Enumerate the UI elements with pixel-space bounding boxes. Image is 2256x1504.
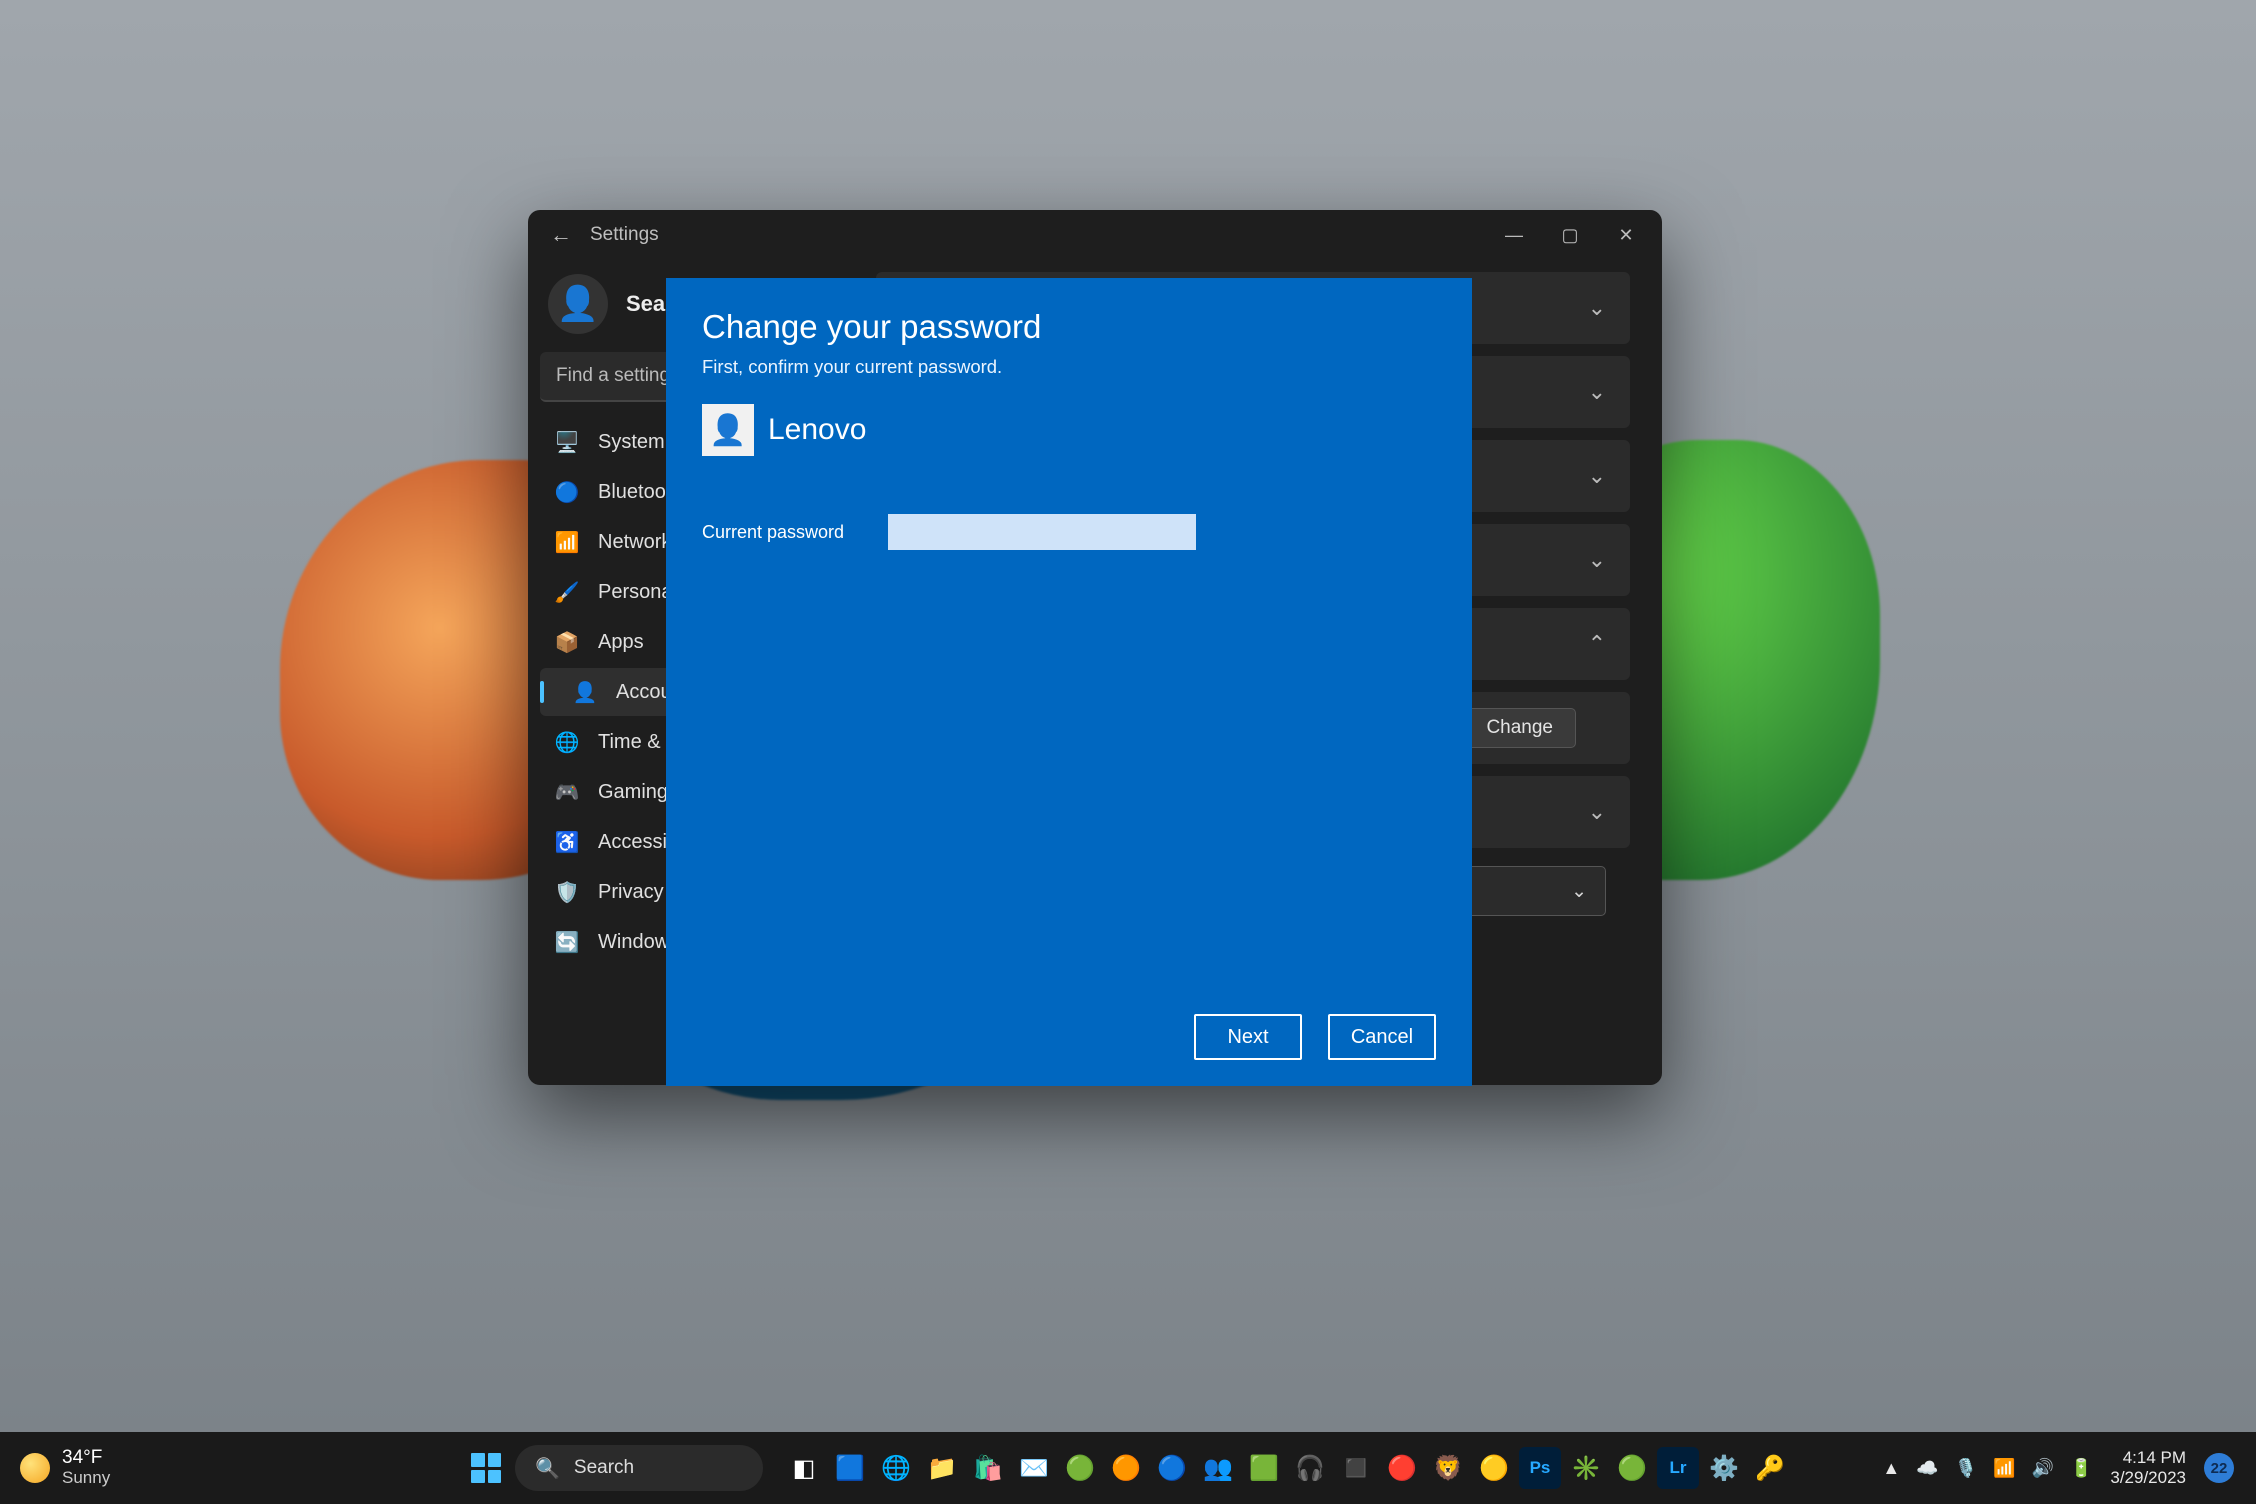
nav-icon: 🛡️ [554, 880, 580, 905]
close-button[interactable]: ✕ [1598, 211, 1654, 259]
nav-icon: 🔵 [554, 480, 580, 505]
chevron-down-icon: ⌄ [1588, 463, 1606, 489]
nav-icon: ♿ [554, 830, 580, 855]
chevron-down-icon: ⌄ [1588, 295, 1606, 321]
nav-label: System [598, 431, 665, 454]
tray-icons: ▲ ☁️ 🎙️ 📶 🔊 🔋 [1882, 1458, 2092, 1479]
clock-time: 4:14 PM [2110, 1448, 2186, 1468]
current-password-input[interactable] [888, 514, 1196, 550]
nav-label: Apps [598, 631, 644, 654]
taskbar-app-onepassword[interactable]: 🔑 [1749, 1447, 1791, 1489]
taskbar-app-task-view[interactable]: ◧ [783, 1447, 825, 1489]
tray-icon-2[interactable]: 🎙️ [1955, 1458, 1977, 1479]
modal-account-row: 👤 Lenovo [702, 404, 1436, 456]
modal-buttons: Next Cancel [702, 1014, 1436, 1060]
account-name: Lenovo [768, 413, 866, 447]
taskbar-apps: ◧🟦🌐📁🛍️✉️🟢🟠🔵👥🟩🎧◼️🔴🦁🟡Ps✳️🟢Lr⚙️🔑 [783, 1447, 1791, 1489]
system-tray: ▲ ☁️ 🎙️ 📶 🔊 🔋 4:14 PM 3/29/2023 22 [1882, 1448, 2246, 1487]
taskbar-app-edge-canary[interactable]: 🟡 [1473, 1447, 1515, 1489]
chevron-down-icon: ⌄ [1588, 379, 1606, 405]
change-password-modal: Change your password First, confirm your… [666, 278, 1472, 1086]
search-label: Search [574, 1457, 634, 1479]
avatar-icon: 👤 [548, 274, 608, 334]
tray-icon-5[interactable]: 🔋 [2070, 1458, 2092, 1479]
weather-condition: Sunny [62, 1469, 110, 1488]
taskbar-app-discord[interactable]: 🎧 [1289, 1447, 1331, 1489]
taskbar-app-word[interactable]: 🔵 [1151, 1447, 1193, 1489]
taskbar-search[interactable]: 🔍 Search [515, 1445, 763, 1491]
notification-badge[interactable]: 22 [2204, 1453, 2234, 1483]
change-button[interactable]: Change [1463, 708, 1576, 748]
weather-widget[interactable]: 34°F Sunny [10, 1448, 110, 1488]
weather-temp: 34°F [62, 1448, 110, 1469]
window-controls: — ▢ ✕ [1486, 211, 1654, 259]
chevron-up-icon: ⌃ [1588, 631, 1606, 657]
taskbar-app-teams[interactable]: 👥 [1197, 1447, 1239, 1489]
start-button[interactable] [465, 1447, 507, 1489]
nav-icon: 👤 [572, 680, 598, 705]
tray-icon-3[interactable]: 📶 [1993, 1458, 2015, 1479]
app-title: Settings [590, 224, 659, 246]
nav-icon: 🖌️ [554, 580, 580, 605]
current-password-row: Current password [702, 514, 1436, 550]
tray-icon-0[interactable]: ▲ [1882, 1458, 1900, 1479]
next-button[interactable]: Next [1194, 1014, 1302, 1060]
taskbar-app-widgets[interactable]: 🟦 [829, 1447, 871, 1489]
taskbar-app-photoshop[interactable]: Ps [1519, 1447, 1561, 1489]
taskbar-app-slack[interactable]: ✳️ [1565, 1447, 1607, 1489]
taskbar-app-brave[interactable]: 🦁 [1427, 1447, 1469, 1489]
maximize-button[interactable]: ▢ [1542, 211, 1598, 259]
nav-icon: 🖥️ [554, 430, 580, 455]
search-icon: 🔍 [535, 1456, 560, 1481]
account-avatar-icon: 👤 [702, 404, 754, 456]
weather-icon [20, 1453, 50, 1483]
nav-icon: 🌐 [554, 730, 580, 755]
minimize-button[interactable]: — [1486, 211, 1542, 259]
clock-date: 3/29/2023 [2110, 1468, 2186, 1488]
taskbar-center: 🔍 Search ◧🟦🌐📁🛍️✉️🟢🟠🔵👥🟩🎧◼️🔴🦁🟡Ps✳️🟢Lr⚙️🔑 [465, 1445, 1791, 1491]
taskbar-app-chrome[interactable]: 🔴 [1381, 1447, 1423, 1489]
modal-title: Change your password [702, 308, 1436, 346]
modal-subtitle: First, confirm your current password. [702, 356, 1436, 378]
taskbar-app-edge[interactable]: 🌐 [875, 1447, 917, 1489]
tray-icon-4[interactable]: 🔊 [2032, 1458, 2054, 1479]
back-button[interactable]: ← [546, 220, 576, 250]
taskbar-app-edge-dev[interactable]: 🟢 [1059, 1447, 1101, 1489]
taskbar-app-lightroom[interactable]: Lr [1657, 1447, 1699, 1489]
taskbar-app-store[interactable]: 🛍️ [967, 1447, 1009, 1489]
weather-text: 34°F Sunny [62, 1448, 110, 1488]
nav-icon: 📶 [554, 530, 580, 555]
taskbar-app-file-explorer[interactable]: 📁 [921, 1447, 963, 1489]
titlebar: ← Settings — ▢ ✕ [528, 210, 1662, 260]
chevron-down-icon: ⌄ [1588, 547, 1606, 573]
nav-icon: 🔄 [554, 930, 580, 955]
chevron-down-icon: ⌄ [1571, 880, 1587, 903]
chevron-down-icon: ⌄ [1588, 799, 1606, 825]
taskbar-app-chrome2[interactable]: 🟢 [1611, 1447, 1653, 1489]
cancel-button[interactable]: Cancel [1328, 1014, 1436, 1060]
nav-icon: 📦 [554, 630, 580, 655]
nav-label: Gaming [598, 781, 668, 804]
search-placeholder: Find a setting [556, 365, 670, 387]
nav-icon: 🎮 [554, 780, 580, 805]
taskbar-app-mail[interactable]: ✉️ [1013, 1447, 1055, 1489]
taskbar-app-settings[interactable]: ⚙️ [1703, 1447, 1745, 1489]
clock[interactable]: 4:14 PM 3/29/2023 [2110, 1448, 2186, 1487]
taskbar-app-spotify[interactable]: 🟩 [1243, 1447, 1285, 1489]
tray-icon-1[interactable]: ☁️ [1916, 1458, 1938, 1479]
taskbar-app-browser[interactable]: 🟠 [1105, 1447, 1147, 1489]
current-password-label: Current password [702, 522, 862, 543]
taskbar: 34°F Sunny 🔍 Search ◧🟦🌐📁🛍️✉️🟢🟠🔵👥🟩🎧◼️🔴🦁🟡P… [0, 1432, 2256, 1504]
taskbar-app-obsidian[interactable]: ◼️ [1335, 1447, 1377, 1489]
